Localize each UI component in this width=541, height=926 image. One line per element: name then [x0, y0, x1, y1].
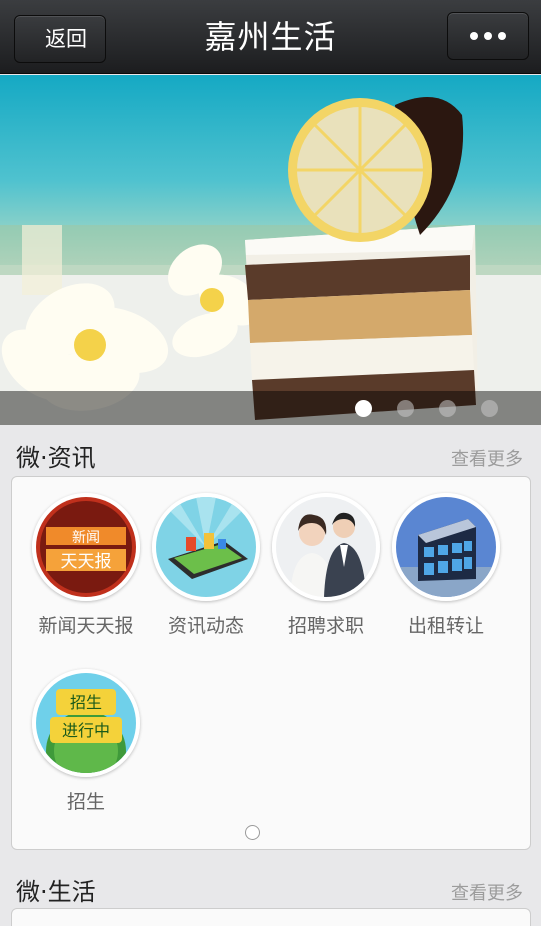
grid-item-enrollment[interactable]: 招生 进行中 招生: [27, 669, 145, 814]
section-header-news: 微·资讯 查看更多: [0, 428, 541, 478]
more-button[interactable]: [447, 12, 529, 60]
enrollment-globe-icon: 招生 进行中: [32, 669, 140, 777]
grid-item-rentals[interactable]: 出租转让: [387, 493, 505, 638]
view-more-link[interactable]: 查看更多: [451, 879, 523, 905]
banner-carousel[interactable]: [0, 75, 541, 425]
job-people-icon: [272, 493, 380, 601]
banner-indicator-dot[interactable]: [397, 400, 414, 417]
banner-indicator-dot[interactable]: [355, 400, 372, 417]
banner-indicators: [0, 391, 541, 425]
grid-item-label: 招生: [66, 791, 105, 813]
grid-page-indicator[interactable]: [245, 825, 260, 840]
news-daily-icon: 新闻 天天报: [32, 493, 140, 601]
news-grid-card: 新闻 天天报 新闻天天报 资讯动态 招聘求职 出租转让 招生 进行中 招生: [11, 476, 531, 850]
grid-item-label: 资讯动态: [167, 615, 244, 637]
cake-photo: [0, 97, 541, 425]
section-header-life: 微·生活 查看更多: [0, 862, 541, 912]
grid-item-label: 出租转让: [407, 615, 484, 637]
section-title: 微·资讯: [16, 444, 96, 472]
grid-item-label: 招聘求职: [287, 615, 364, 637]
grid-item-info-updates[interactable]: 资讯动态: [147, 493, 265, 638]
section-title: 微·生活: [16, 878, 96, 906]
life-grid-card: [11, 908, 531, 926]
grid-item-news-daily[interactable]: 新闻 天天报 新闻天天报: [27, 493, 145, 638]
banner-indicator-dot[interactable]: [439, 400, 456, 417]
phone-city-icon: [152, 493, 260, 601]
grid-item-jobs[interactable]: 招聘求职: [267, 493, 385, 638]
more-dots-icon: [470, 32, 506, 40]
top-navbar: 返回 嘉州生活: [0, 0, 541, 74]
building-icon: [392, 493, 500, 601]
svg-text:进行中: 进行中: [62, 721, 110, 740]
view-more-link[interactable]: 查看更多: [451, 445, 523, 471]
svg-text:招生: 招生: [70, 693, 102, 712]
banner-indicator-dot[interactable]: [481, 400, 498, 417]
svg-text:新闻: 新闻: [72, 530, 100, 546]
back-button-label: 返回: [45, 27, 87, 51]
svg-text:天天报: 天天报: [61, 552, 112, 572]
grid-item-label: 新闻天天报: [38, 615, 134, 637]
